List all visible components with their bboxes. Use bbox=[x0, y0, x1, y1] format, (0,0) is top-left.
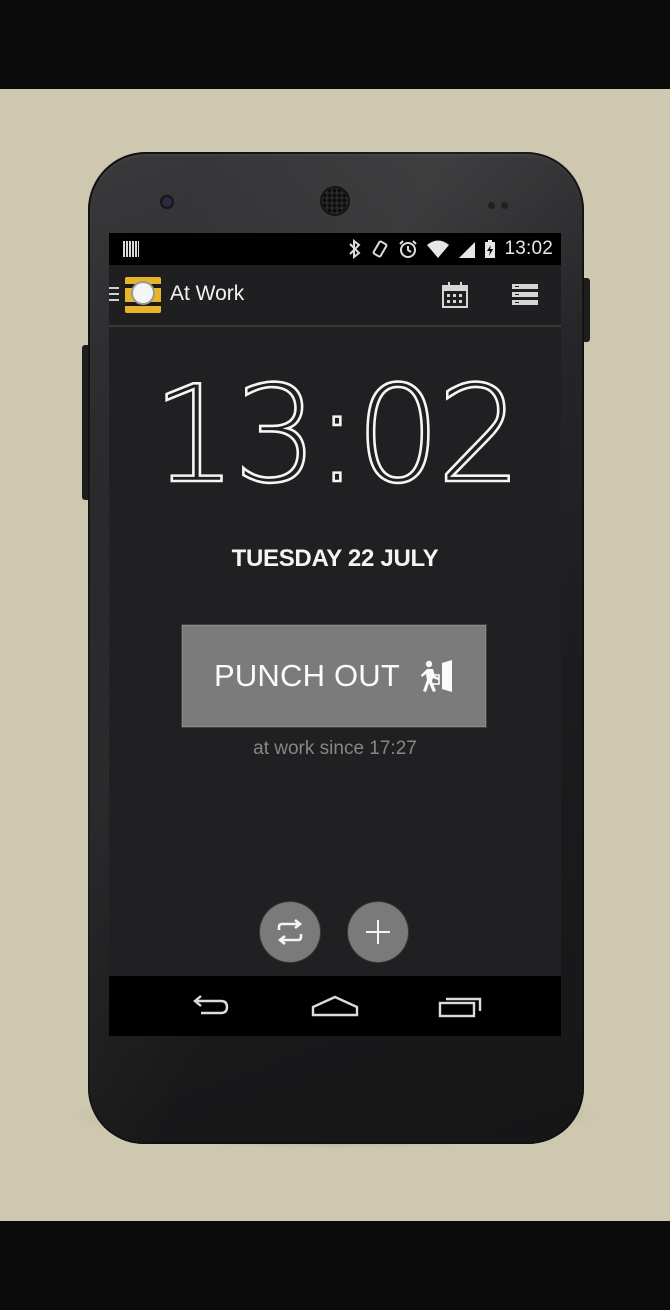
vibrate-icon bbox=[373, 240, 388, 258]
punch-out-button[interactable]: PUNCH OUT bbox=[181, 624, 487, 728]
bottom-letterbox bbox=[0, 1221, 670, 1310]
earpiece-speaker bbox=[322, 188, 348, 214]
clock-digits: 13:02 bbox=[151, 356, 524, 515]
status-bar: 13:02 bbox=[109, 233, 561, 265]
recents-icon bbox=[438, 997, 482, 1018]
app-logo-icon[interactable] bbox=[125, 277, 161, 313]
at-work-since-label: at work since 17:27 bbox=[253, 738, 417, 759]
wifi-icon bbox=[427, 240, 450, 258]
power-button bbox=[584, 278, 590, 342]
calendar-button[interactable] bbox=[437, 277, 473, 313]
switch-icon bbox=[277, 919, 303, 945]
back-icon bbox=[193, 995, 229, 1015]
clock-display: 13:02 bbox=[109, 356, 561, 515]
switch-button[interactable] bbox=[260, 902, 320, 962]
app-title: At Work bbox=[170, 282, 245, 305]
list-button[interactable] bbox=[507, 277, 543, 313]
signal-icon bbox=[459, 242, 476, 258]
front-camera bbox=[162, 197, 172, 207]
clock-time-text: 13:02 bbox=[152, 357, 518, 513]
add-icon bbox=[366, 920, 390, 944]
status-time: 13:02 bbox=[504, 238, 553, 259]
date-label: TUESDAY 22 JULY bbox=[231, 545, 439, 572]
proximity-sensor bbox=[488, 196, 514, 209]
calendar-icon bbox=[442, 282, 468, 308]
recents-button[interactable] bbox=[431, 988, 491, 1024]
navigation-bar bbox=[109, 976, 561, 1036]
exit-door-icon bbox=[421, 660, 453, 692]
phone-screen: 13:02 At Work 13:02 TUESDAY 22 JULY PUNC… bbox=[109, 233, 561, 1036]
punch-out-label: PUNCH OUT bbox=[213, 658, 401, 693]
list-icon bbox=[512, 284, 538, 305]
battery-charging-icon bbox=[485, 240, 496, 258]
drawer-indicator-icon[interactable] bbox=[109, 287, 119, 303]
bluetooth-icon bbox=[349, 239, 361, 259]
add-button[interactable] bbox=[348, 902, 408, 962]
top-letterbox bbox=[0, 0, 670, 89]
action-bar: At Work bbox=[109, 265, 561, 327]
barcode-icon bbox=[123, 241, 139, 257]
status-icons: 13:02 bbox=[348, 233, 553, 265]
home-button[interactable] bbox=[305, 988, 365, 1024]
alarm-icon bbox=[399, 240, 418, 258]
home-icon bbox=[311, 995, 359, 1017]
back-button[interactable] bbox=[179, 988, 239, 1024]
